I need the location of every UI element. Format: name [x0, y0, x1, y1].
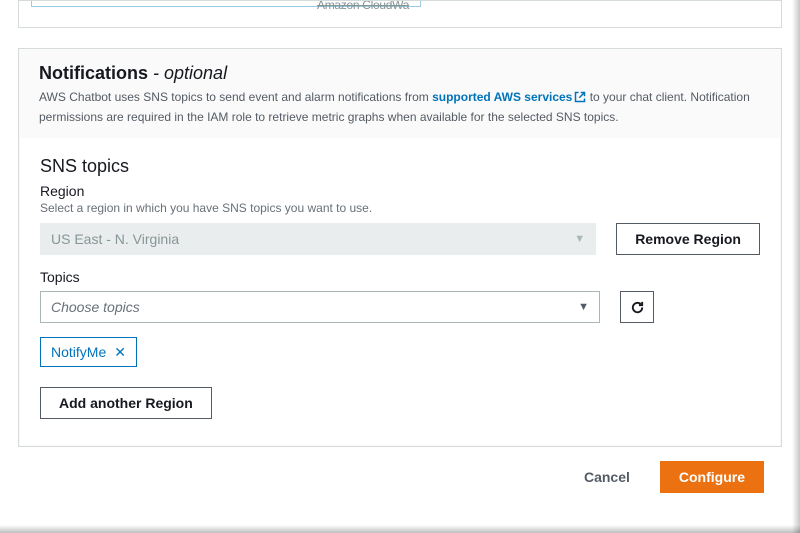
sns-topics-heading: SNS topics: [40, 156, 760, 177]
right-shadow: [792, 0, 800, 533]
notifications-title-text: Notifications: [39, 63, 148, 83]
chevron-down-icon: ▼: [574, 233, 585, 245]
region-label: Region: [40, 183, 760, 199]
bottom-shadow: [0, 525, 800, 533]
notifications-title: Notifications - optional: [39, 63, 761, 84]
notifications-panel: Notifications - optional AWS Chatbot use…: [18, 48, 782, 447]
region-select[interactable]: US East - N. Virginia ▼: [40, 223, 596, 255]
topics-placeholder: Choose topics: [51, 299, 140, 315]
topic-tag: NotifyMe ✕: [40, 337, 137, 367]
refresh-button[interactable]: [620, 291, 654, 323]
region-hint: Select a region in which you have SNS to…: [40, 201, 760, 215]
sns-topics-section: SNS topics Region Select a region in whi…: [20, 138, 780, 445]
topics-select[interactable]: Choose topics ▼: [40, 291, 600, 323]
footer-actions: Cancel Configure: [18, 447, 782, 493]
refresh-icon: [630, 300, 645, 315]
supported-services-link[interactable]: supported AWS services: [432, 90, 586, 104]
external-link-icon: [574, 90, 586, 108]
ghost-text: Amazon CloudWa: [317, 0, 409, 12]
region-select-value: US East - N. Virginia: [51, 231, 179, 247]
topics-label: Topics: [40, 269, 760, 285]
add-another-region-button[interactable]: Add another Region: [40, 387, 212, 419]
remove-region-button[interactable]: Remove Region: [616, 223, 760, 255]
topic-tag-label: NotifyMe: [51, 344, 106, 360]
configure-button[interactable]: Configure: [660, 461, 764, 493]
notifications-description: AWS Chatbot uses SNS topics to send even…: [39, 88, 761, 126]
chevron-down-icon: ▼: [578, 301, 589, 313]
previous-panel-fragment: Amazon CloudWa: [18, 0, 782, 28]
notifications-desc-pre: AWS Chatbot uses SNS topics to send even…: [39, 90, 432, 104]
remove-tag-icon[interactable]: ✕: [114, 344, 126, 361]
cancel-button[interactable]: Cancel: [566, 461, 648, 493]
notifications-optional: - optional: [148, 63, 227, 83]
